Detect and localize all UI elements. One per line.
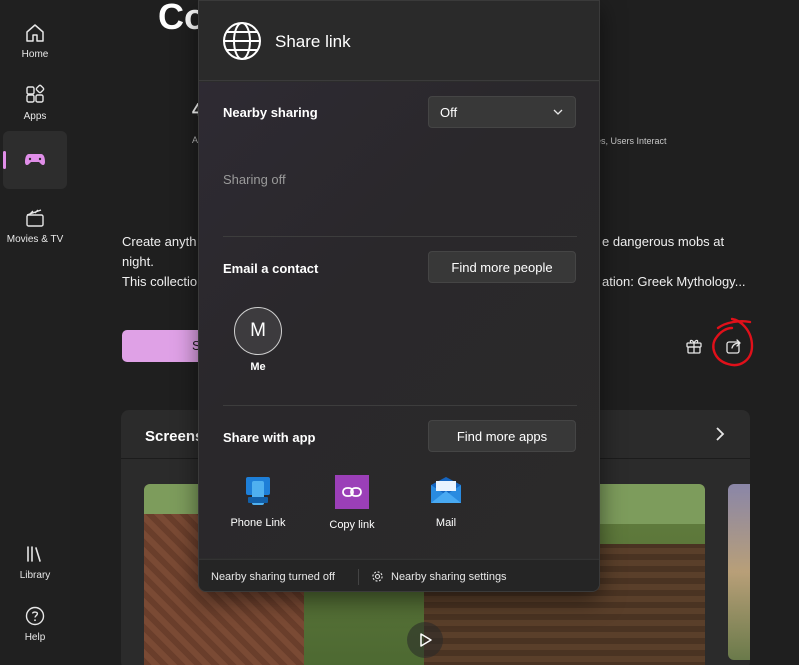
chevron-right-icon[interactable]: [714, 426, 726, 442]
app-name: Mail: [435, 517, 457, 529]
app-name: Copy link: [329, 519, 375, 531]
find-more-apps-button[interactable]: Find more apps: [428, 420, 576, 452]
chevron-down-icon: [553, 109, 563, 115]
desc-line-1: Create anyth: [122, 234, 197, 249]
sidebar-item-home[interactable]: Home: [3, 12, 67, 70]
sidebar-item-label: Home: [21, 49, 49, 60]
nearby-sharing-settings-link[interactable]: Nearby sharing settings: [371, 570, 507, 583]
section-title: Screens: [145, 428, 204, 445]
divider: [223, 236, 577, 237]
content-tags: es, Users Interact: [596, 136, 667, 146]
desc-line-3: This collectio: [122, 274, 198, 289]
sidebar-item-label: Movies & TV: [6, 234, 64, 245]
flyout-footer: Nearby sharing turned off Nearby sharing…: [199, 559, 599, 591]
play-icon: [420, 633, 432, 647]
annotation-circle: [712, 317, 754, 367]
share-app-mail[interactable]: Mail: [406, 475, 486, 529]
desc-line-1-end: e dangerous mobs at: [602, 234, 725, 249]
movies-icon: [26, 209, 44, 227]
mail-icon: [431, 477, 461, 503]
flyout-title: Share link: [275, 32, 351, 51]
apps-icon: [26, 84, 45, 103]
app-name: Phone Link: [230, 517, 286, 529]
sidebar-item-label: Apps: [23, 111, 47, 122]
sidebar: Home Apps Movies & TV Library Help: [0, 0, 70, 665]
email-contact-label: Email a contact: [223, 261, 319, 276]
share-app-copy-link[interactable]: Copy link: [312, 475, 392, 531]
share-app-phone-link[interactable]: Phone Link: [218, 475, 298, 529]
help-icon: [25, 606, 45, 626]
contact-name: Me: [250, 361, 266, 373]
play-button[interactable]: [407, 622, 443, 658]
globe-icon: [223, 22, 261, 60]
sidebar-item-label: Library: [19, 570, 51, 581]
home-icon: [26, 24, 44, 42]
sidebar-item-apps[interactable]: Apps: [3, 74, 67, 132]
phone-link-icon: [246, 477, 270, 505]
library-icon: [27, 546, 41, 562]
nearby-sharing-footer-status: Nearby sharing turned off: [211, 571, 335, 583]
copy-link-icon: [335, 475, 369, 509]
dropdown-value: Off: [440, 105, 458, 120]
desc-line-3-end: ation: Greek Mythology...: [602, 274, 746, 289]
contact-avatar[interactable]: M: [234, 307, 282, 355]
sidebar-item-library[interactable]: Library: [3, 533, 67, 591]
settings-link-label: Nearby sharing settings: [391, 570, 507, 583]
gear-icon: [372, 571, 383, 582]
sidebar-item-help[interactable]: Help: [3, 595, 67, 653]
gift-icon[interactable]: [685, 337, 703, 355]
screenshot-image-next[interactable]: [728, 484, 750, 660]
share-flyout: Share link Nearby sharing Off Sharing of…: [198, 0, 600, 592]
sidebar-item-gaming[interactable]: [3, 131, 67, 189]
divider: [223, 405, 577, 406]
nearby-sharing-status: Sharing off: [223, 172, 286, 187]
sidebar-item-movies-tv[interactable]: Movies & TV: [3, 197, 67, 255]
nearby-sharing-dropdown[interactable]: Off: [428, 96, 576, 128]
share-with-app-label: Share with app: [223, 430, 316, 445]
find-more-people-button[interactable]: Find more people: [428, 251, 576, 283]
gaming-icon: [25, 154, 45, 166]
sidebar-item-label: Help: [24, 632, 46, 643]
flyout-header: Share link: [199, 1, 599, 81]
avatar-initial: M: [250, 320, 266, 341]
nearby-sharing-label: Nearby sharing: [223, 105, 318, 120]
